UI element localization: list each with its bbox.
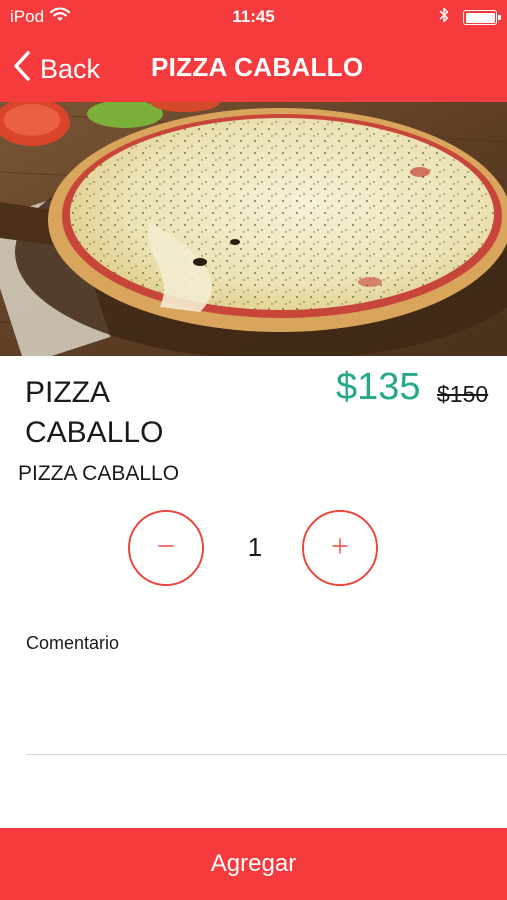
back-button[interactable]: Back	[12, 50, 100, 89]
add-to-cart-button[interactable]: Agregar	[0, 828, 507, 900]
decrease-quantity-button[interactable]	[128, 510, 204, 586]
battery-icon	[463, 10, 501, 25]
clock: 11:45	[232, 7, 275, 26]
increase-quantity-button[interactable]	[302, 510, 378, 586]
bluetooth-icon	[439, 6, 449, 29]
comment-label: Comentario	[26, 633, 120, 653]
quantity-value: 1	[247, 532, 263, 562]
product-price: $135	[336, 366, 421, 408]
product-description: PIZZA CABALLO	[18, 462, 180, 485]
minus-icon	[156, 536, 176, 561]
product-old-price: $150	[437, 381, 489, 407]
chevron-left-icon	[12, 50, 32, 89]
product-detail-screen: iPod 11:45 Back PIZZA CABALLO PIZZA CABA…	[0, 0, 507, 900]
pizza-photo	[0, 102, 507, 356]
comment-field[interactable]	[26, 660, 507, 755]
page-title: PIZZA CABALLO	[151, 52, 364, 82]
status-bar: iPod 11:45	[0, 0, 507, 34]
back-label: Back	[40, 54, 101, 84]
status-right	[439, 6, 501, 29]
nav-bar: Back PIZZA CABALLO	[0, 34, 507, 102]
product-name: PIZZA CABALLO	[25, 376, 164, 449]
plus-icon	[330, 536, 350, 561]
battery-fill	[465, 12, 495, 23]
header: iPod 11:45 Back PIZZA CABALLO	[0, 0, 507, 102]
add-button-label: Agregar	[210, 850, 297, 877]
